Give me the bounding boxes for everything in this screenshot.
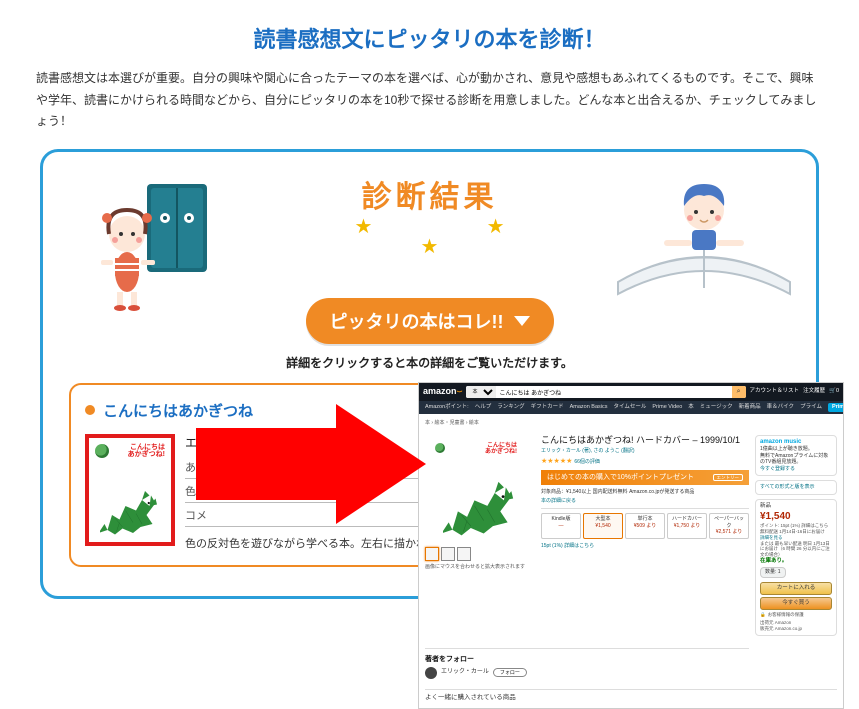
illustration-girl-book: [55, 162, 235, 312]
music-promo-box[interactable]: amazon music 1億曲以上が聴き放題。 無料でAmazonプライムに対…: [755, 435, 837, 477]
bullet-icon: [85, 405, 95, 415]
format-option[interactable]: ペーパーバック¥2,571 より: [709, 513, 749, 539]
search-input[interactable]: [496, 386, 731, 398]
follow-button[interactable]: フォロー: [493, 668, 527, 677]
buy-box: 新品 ¥1,540 ポイント: 15pt (1%) 詳細はこちら 無料配送 1月…: [755, 499, 837, 636]
banner-text: はじめての本の購入で10%ポイントプレゼント: [547, 473, 694, 482]
subnav-item[interactable]: ヘルプ: [475, 404, 492, 411]
product-title: こんにちはあかぎつね! ハードカバー – 1999/10/1: [541, 435, 749, 447]
banner-cta[interactable]: エントリー: [713, 474, 744, 482]
decorative-stars: ★★★: [355, 214, 505, 239]
fast-ship-info: または 最も早い配送 明日 1月13日にお届け（6 時間 26 分以内にご注文の…: [760, 541, 832, 559]
ship-info: 無料配送 1月14日-16日にお届け: [760, 529, 832, 535]
amazon-search-bar[interactable]: 本 ⌕: [466, 386, 745, 398]
thumbnail-strip: [425, 547, 535, 561]
also-bought-heading: よく一緒に購入されている商品: [425, 689, 837, 702]
result-heading: 診断結果: [362, 172, 498, 216]
amazon-page-screenshot: amazon⌣ 本 ⌕ アカウント＆リスト 注文履歴 🛒0 Amazonポイント…: [418, 382, 844, 709]
breadcrumb[interactable]: 本 › 絵本・児童書 › 絵本: [425, 420, 837, 429]
points-line[interactable]: 15pt (1%) 詳細はこちら: [541, 543, 749, 550]
format-option[interactable]: 大型本¥1,540: [583, 513, 623, 539]
cover-label: こんにちは あかぎつね!: [485, 443, 517, 456]
quantity-selector[interactable]: 数量: 1: [760, 567, 786, 578]
chevron-down-icon: [514, 316, 530, 326]
shipping-meta: 対象商品：¥1,540以上 国内配送料無料 Amazon.co.jpが発送する商…: [541, 489, 749, 496]
format-option[interactable]: 単行本¥509 より: [625, 513, 665, 539]
subnav-item[interactable]: ランキング: [497, 404, 524, 411]
search-icon[interactable]: ⌕: [732, 386, 746, 398]
formats-link-box[interactable]: すべての形式と版を表示: [755, 480, 837, 495]
format-option[interactable]: Kindle版—: [541, 513, 581, 539]
byline[interactable]: エリック・カール (著), さの ようこ (翻訳): [541, 448, 749, 455]
lock-icon: 🔒: [760, 612, 766, 618]
nav-orders[interactable]: 注文履歴: [803, 388, 825, 395]
subnav-item[interactable]: 車＆バイク: [767, 404, 794, 411]
result-caption: 詳細をクリックすると本の詳細をご覧いただけます。: [57, 354, 802, 371]
thumb-option[interactable]: [425, 547, 439, 561]
subnav-item[interactable]: タイムセール: [614, 404, 647, 411]
search-dept-select[interactable]: 本: [466, 386, 496, 398]
nav-account[interactable]: アカウント＆リスト: [750, 388, 800, 395]
buy-label: 新品: [760, 503, 832, 510]
star-rating[interactable]: ★★★★★ 66個の評価: [541, 457, 749, 466]
page-title: 読書感想文にピッタリの本を診断！: [0, 0, 859, 68]
follow-author-section: 著者をフォロー エリック・カール フォロー: [425, 648, 749, 679]
subnav-item[interactable]: Prime Video: [652, 404, 682, 411]
product-details-column: こんにちはあかぎつね! ハードカバー – 1999/10/1 エリック・カール …: [541, 435, 749, 640]
subnav-item[interactable]: プライム: [800, 404, 822, 411]
book-thumbnail[interactable]: こんにちは あかぎつね!: [85, 434, 175, 546]
amazon-logo[interactable]: amazon⌣: [423, 386, 462, 398]
prime-video-badge[interactable]: Prime Video: [828, 403, 843, 412]
secure-transaction[interactable]: 🔒お客様情報の保護: [760, 612, 832, 618]
thumb-option[interactable]: [457, 547, 471, 561]
cart-icon[interactable]: 🛒0: [829, 388, 839, 395]
author-follow-name[interactable]: エリック・カール: [441, 669, 489, 677]
author-avatar-icon[interactable]: [425, 667, 437, 679]
subnav-item[interactable]: 本: [688, 404, 694, 411]
subnav-item[interactable]: ミュージック: [700, 404, 733, 411]
stock-status: 在庫あり。: [760, 558, 832, 565]
amazon-header: amazon⌣ 本 ⌕ アカウント＆リスト 注文履歴 🛒0: [419, 383, 843, 401]
publisher-logo-icon: [95, 444, 109, 458]
thumb-label: こんにちは あかぎつね!: [128, 444, 165, 459]
subnav-item[interactable]: ギフトカード: [531, 404, 564, 411]
intro-paragraph: 読書感想文は本選びが重要。自分の興味や関心に合ったテーマの本を選べば、心が動かさ…: [0, 68, 859, 149]
buy-now-button[interactable]: 今すぐ買う: [760, 597, 832, 610]
amazon-subnav: Amazonポイント: ヘルプ ランキング ギフトカード Amazon Basi…: [419, 401, 843, 414]
promo-banner[interactable]: はじめての本の購入で10%ポイントプレゼント エントリー: [541, 470, 749, 485]
product-image-column: こんにちは あかぎつね!: [425, 435, 535, 640]
thumb-option[interactable]: [441, 547, 455, 561]
result-pill-label: ピッタリの本はコレ!!: [330, 308, 504, 334]
back-link[interactable]: 本の詳細に戻る: [541, 498, 749, 505]
publisher-logo-icon: [435, 443, 445, 453]
add-to-cart-button[interactable]: カートに入れる: [760, 582, 832, 595]
buy-column: amazon music 1億曲以上が聴き放題。 無料でAmazonプライムに対…: [755, 435, 837, 640]
fox-image-icon: [443, 469, 517, 539]
subnav-item[interactable]: Amazon Basics: [570, 404, 608, 411]
follow-heading: 著者をフォロー: [425, 655, 749, 664]
image-zoom-hint: 画像にマウスを合わせると拡大表示されます: [425, 564, 535, 571]
rating-count[interactable]: 66個の評価: [574, 459, 600, 465]
fox-image-icon: [100, 480, 160, 538]
subnav-item[interactable]: 新着商品: [739, 404, 761, 411]
format-selector: Kindle版— 大型本¥1,540 単行本¥509 より ハードカバー¥1,7…: [541, 508, 749, 539]
illustration-boy-book: [604, 162, 804, 312]
product-main-image[interactable]: こんにちは あかぎつね!: [425, 435, 535, 543]
sold-by: 販売元 Amazon.co.jp: [760, 626, 832, 632]
format-option[interactable]: ハードカバー¥1,750 より: [667, 513, 707, 539]
price: ¥1,540: [760, 510, 832, 523]
red-arrow-icon: [196, 404, 426, 524]
subnav-item[interactable]: Amazonポイント:: [425, 404, 469, 411]
